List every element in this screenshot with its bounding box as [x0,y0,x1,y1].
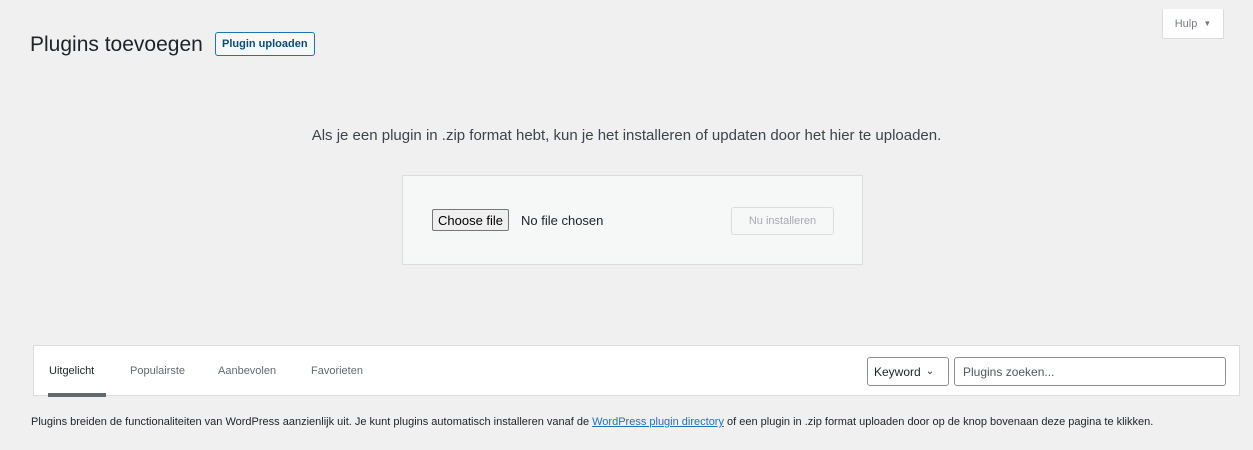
tab-favorites[interactable]: Favorieten [311,365,363,377]
active-tab-indicator [48,393,106,397]
search-type-select[interactable]: Keyword ⌄ [867,357,949,386]
tab-popular[interactable]: Populairste [130,365,185,377]
upload-plugin-button[interactable]: Plugin uploaden [215,32,315,56]
choose-file-button[interactable]: Choose file [432,209,510,231]
plugins-info-text: Plugins breiden de functionaliteiten van… [31,414,1226,431]
plugin-search-input[interactable] [954,357,1226,386]
tab-featured[interactable]: Uitgelicht [49,365,94,377]
file-status: No file chosen [521,213,604,228]
chevron-down-icon: ⌄ [925,366,935,377]
caret-down-icon: ▼ [1203,19,1212,28]
search-type-value: Keyword [874,364,921,379]
help-tab[interactable]: Hulp ▼ [1162,9,1224,39]
tab-recommended[interactable]: Aanbevolen [218,365,276,377]
page-title: Plugins toevoegen [30,33,203,56]
install-now-button[interactable]: Nu installeren [731,207,834,235]
upload-form: Choose file No file chosen Nu installere… [402,175,863,265]
plugin-directory-link[interactable]: WordPress plugin directory [592,416,724,428]
info-text-end: of een plugin in .zip format uploaden do… [723,416,1154,428]
info-text-start: Plugins breiden de functionaliteiten van… [31,416,593,428]
plugin-filter-bar: Uitgelicht Populairste Aanbevolen Favori… [33,345,1240,397]
upload-description: Als je een plugin in .zip format hebt, k… [311,127,942,144]
help-tab-label: Hulp [1174,17,1198,30]
